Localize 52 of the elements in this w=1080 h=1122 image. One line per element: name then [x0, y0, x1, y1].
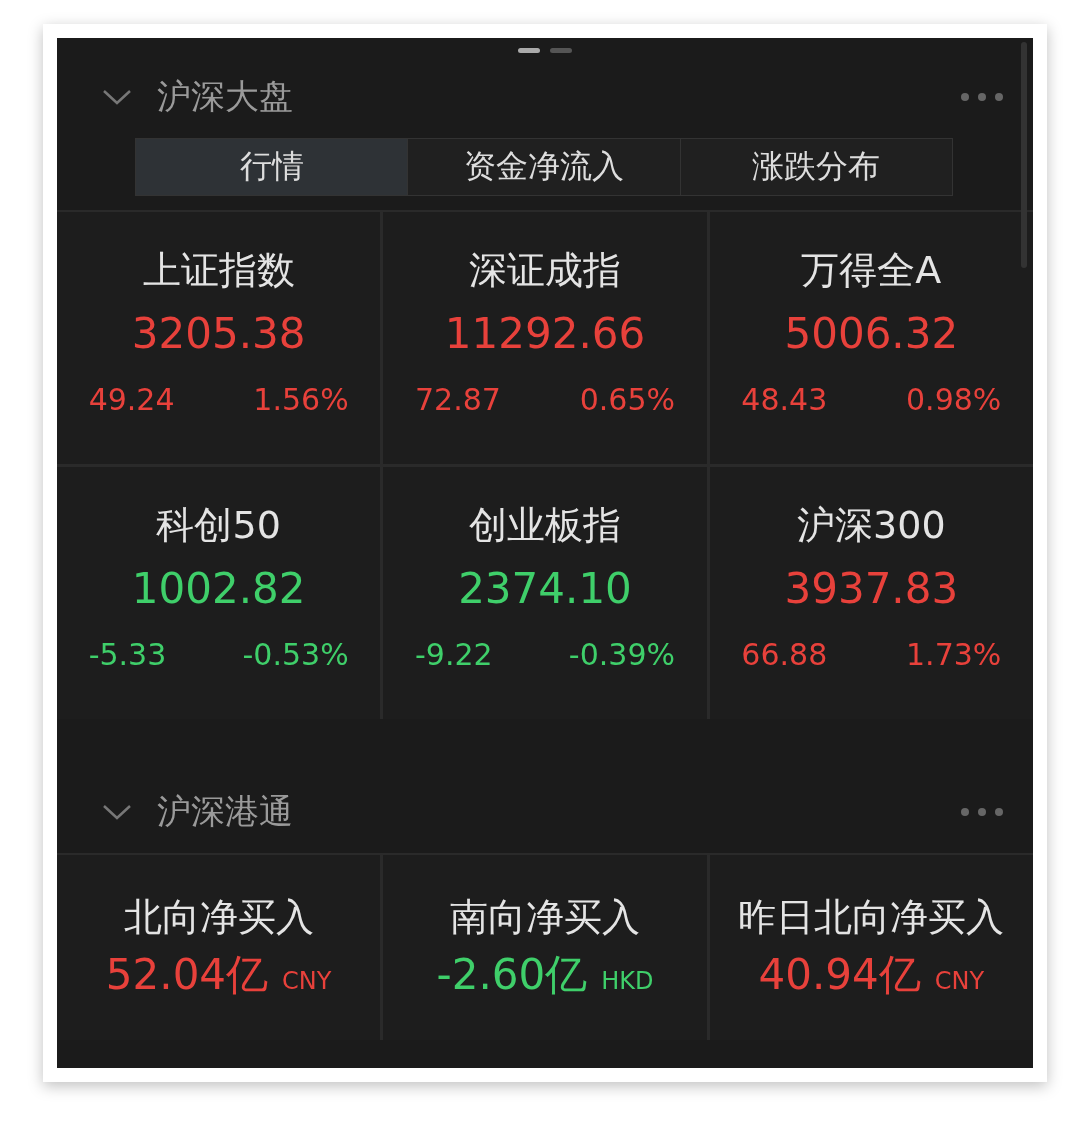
- tab[interactable]: 资金净流入: [408, 139, 681, 195]
- index-card[interactable]: 上证指数 3205.38 49.24 1.56%: [57, 212, 381, 464]
- change-value: 49.24: [88, 382, 175, 417]
- index-value: 2374.10: [458, 563, 632, 615]
- tab[interactable]: 行情: [136, 139, 409, 195]
- flow-name: 昨日北向净买入: [738, 894, 1005, 941]
- index-value: 3937.83: [784, 563, 959, 615]
- index-value: 5006.32: [784, 308, 959, 360]
- flow-name: 南向净买入: [450, 894, 640, 941]
- change-value: 48.43: [741, 382, 828, 417]
- index-card[interactable]: 万得全A 5006.32 48.43 0.98%: [709, 212, 1033, 464]
- change-value: -9.22: [415, 637, 493, 672]
- index-value: 11292.66: [444, 308, 646, 360]
- change-percent: 1.73%: [906, 637, 1002, 672]
- index-card[interactable]: 创业板指 2374.10 -9.22 -0.39%: [383, 467, 707, 719]
- section-title: 沪深大盘: [157, 75, 294, 118]
- flow-card[interactable]: 昨日北向净买入 40.94亿 CNY: [709, 855, 1033, 1040]
- flow-value: -2.60亿: [436, 949, 588, 1001]
- section-title: 沪深港通: [157, 790, 294, 833]
- index-card[interactable]: 沪深300 3937.83 66.88 1.73%: [709, 467, 1033, 719]
- index-name: 沪深300: [797, 502, 946, 549]
- change-percent: -0.39%: [568, 637, 675, 672]
- flow-name: 北向净买入: [123, 894, 314, 941]
- change-percent: 1.56%: [253, 382, 349, 417]
- index-name: 科创50: [156, 502, 281, 549]
- currency-label: HKD: [601, 967, 654, 995]
- chevron-icon[interactable]: [101, 802, 133, 822]
- index-name: 创业板指: [469, 502, 621, 549]
- flow-card[interactable]: 南向净买入 -2.60亿 HKD: [383, 855, 707, 1040]
- flow-card[interactable]: 北向净买入 52.04亿 CNY: [57, 855, 381, 1040]
- flow-value: 40.94亿: [758, 949, 921, 1001]
- change-value: 66.88: [741, 637, 828, 672]
- more-icon[interactable]: [961, 808, 1003, 816]
- currency-label: CNY: [282, 967, 332, 995]
- index-name: 万得全A: [801, 247, 942, 294]
- more-icon[interactable]: [961, 93, 1003, 101]
- tab[interactable]: 涨跌分布: [680, 139, 952, 195]
- index-name: 上证指数: [142, 247, 295, 294]
- change-percent: 0.65%: [579, 382, 675, 417]
- index-card[interactable]: 深证成指 11292.66 72.87 0.65%: [383, 212, 707, 464]
- page-indicator[interactable]: [518, 48, 540, 53]
- change-value: -5.33: [88, 637, 167, 672]
- change-percent: 0.98%: [906, 382, 1002, 417]
- change-percent: -0.53%: [242, 637, 349, 672]
- flow-value: 52.04亿: [105, 949, 269, 1001]
- change-value: 72.87: [415, 382, 501, 417]
- index-value: 3205.38: [131, 308, 306, 360]
- index-card[interactable]: 科创50 1002.82 -5.33 -0.53%: [57, 467, 381, 719]
- currency-label: CNY: [934, 967, 985, 995]
- index-value: 1002.82: [131, 563, 306, 615]
- chevron-icon[interactable]: [101, 87, 133, 107]
- index-name: 深证成指: [469, 247, 621, 294]
